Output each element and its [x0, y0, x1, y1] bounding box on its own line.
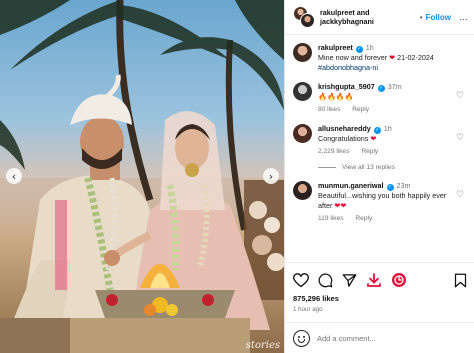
caption-hashtag[interactable]: #abdonobhagna-ni	[318, 63, 452, 73]
comment-text: Congratulations	[318, 134, 369, 143]
previous-image-button[interactable]: ‹	[6, 168, 22, 184]
follow-label: Follow	[425, 12, 451, 22]
next-image-button[interactable]: ›	[263, 168, 279, 184]
post-header: rakulpreet and jackkybhagnani • Follow .…	[285, 0, 474, 35]
comment-likes[interactable]: 80 likes	[318, 106, 340, 113]
comment-icon[interactable]	[318, 273, 333, 288]
comment-likes[interactable]: 2,229 likes	[318, 148, 350, 155]
reply-button[interactable]: Reply	[361, 148, 378, 155]
avatar[interactable]	[293, 82, 312, 101]
avatar[interactable]	[293, 43, 312, 62]
heart-icon[interactable]: ♡	[456, 190, 464, 200]
emoji-icon[interactable]	[293, 329, 310, 347]
share-icon[interactable]	[342, 273, 357, 288]
post-actions: 875,296 likes 1 hour ago	[285, 262, 474, 313]
like-count[interactable]: 875,296 likes	[293, 294, 467, 303]
comment-time: 37m	[387, 82, 402, 91]
comment-username[interactable]: krishgupta_5907	[318, 82, 375, 91]
author-line-2: jackkybhagnani	[320, 17, 374, 26]
view-all-replies-label: View all 13 replies	[342, 164, 396, 171]
comment-text: 🔥🔥🔥🔥	[318, 92, 354, 101]
separator-dot: •	[419, 12, 423, 22]
comments-list: rakulpreet ✓ 1h Mine now and forever ❤ 2…	[285, 35, 474, 224]
avatar[interactable]	[293, 124, 312, 143]
list-item: allusnehareddy ✓ 1h Congratulations ❤ 2,…	[293, 124, 466, 157]
comment-username[interactable]: allusnehareddy	[318, 124, 371, 133]
comment-username[interactable]: munmun.ganeriwal	[318, 181, 384, 190]
verified-icon: ✓	[355, 46, 363, 53]
red-heart-icon: ❤	[389, 53, 396, 62]
post-media[interactable]: ‹ › stories	[0, 0, 284, 353]
caption-text: Mine now and forever	[318, 53, 388, 62]
sticker-icon[interactable]	[391, 272, 407, 288]
post-authors[interactable]: rakulpreet and jackkybhagnani	[320, 8, 374, 26]
comment-likes[interactable]: 119 likes	[318, 215, 344, 222]
verified-icon: ✓	[373, 127, 381, 134]
caption-time: 1h	[365, 43, 374, 52]
comment-time: 23m	[396, 181, 411, 190]
avatar	[300, 13, 315, 28]
reply-button[interactable]: Reply	[352, 106, 369, 113]
heart-icon[interactable]: ♡	[456, 91, 464, 101]
chevron-left-icon: ‹	[11, 169, 17, 183]
list-item: munmun.ganeriwal ✓ 23m Beautiful...wishi…	[293, 181, 466, 224]
wedding-photo	[0, 0, 284, 353]
media-watermark: stories	[245, 340, 280, 351]
caption-username[interactable]: rakulpreet	[318, 43, 353, 52]
bookmark-icon[interactable]	[454, 273, 467, 288]
author-avatars[interactable]	[293, 6, 315, 28]
more-options-icon[interactable]: ...	[459, 12, 468, 22]
post-side-panel: rakulpreet and jackkybhagnani • Follow .…	[284, 0, 474, 353]
divider	[318, 167, 336, 168]
reply-button[interactable]: Reply	[355, 215, 372, 222]
post-timestamp: 1 hour ago	[293, 306, 323, 313]
download-icon[interactable]	[366, 272, 382, 288]
comment-time: 1h	[383, 124, 392, 133]
caption: rakulpreet ✓ 1h Mine now and forever ❤ 2…	[293, 43, 466, 73]
author-line-1: rakulpreet and	[320, 8, 370, 17]
chevron-right-icon: ›	[268, 169, 274, 183]
heart-icon[interactable]: ♡	[456, 133, 464, 143]
view-all-replies[interactable]: View all 13 replies	[318, 164, 466, 171]
follow-button[interactable]: • Follow	[420, 13, 451, 22]
heart-icon[interactable]	[293, 272, 309, 288]
verified-icon: ✓	[377, 85, 385, 92]
list-item: krishgupta_5907 ✓ 37m 🔥🔥🔥🔥 80 likes Repl…	[293, 82, 466, 115]
add-comment-bar	[285, 322, 474, 353]
red-heart-icon: ❤❤	[334, 201, 347, 210]
red-heart-icon: ❤	[370, 134, 377, 143]
verified-icon: ✓	[386, 184, 394, 191]
avatar[interactable]	[293, 181, 312, 200]
comment-input[interactable]	[317, 333, 467, 343]
caption-date: 21-02-2024	[397, 53, 434, 62]
